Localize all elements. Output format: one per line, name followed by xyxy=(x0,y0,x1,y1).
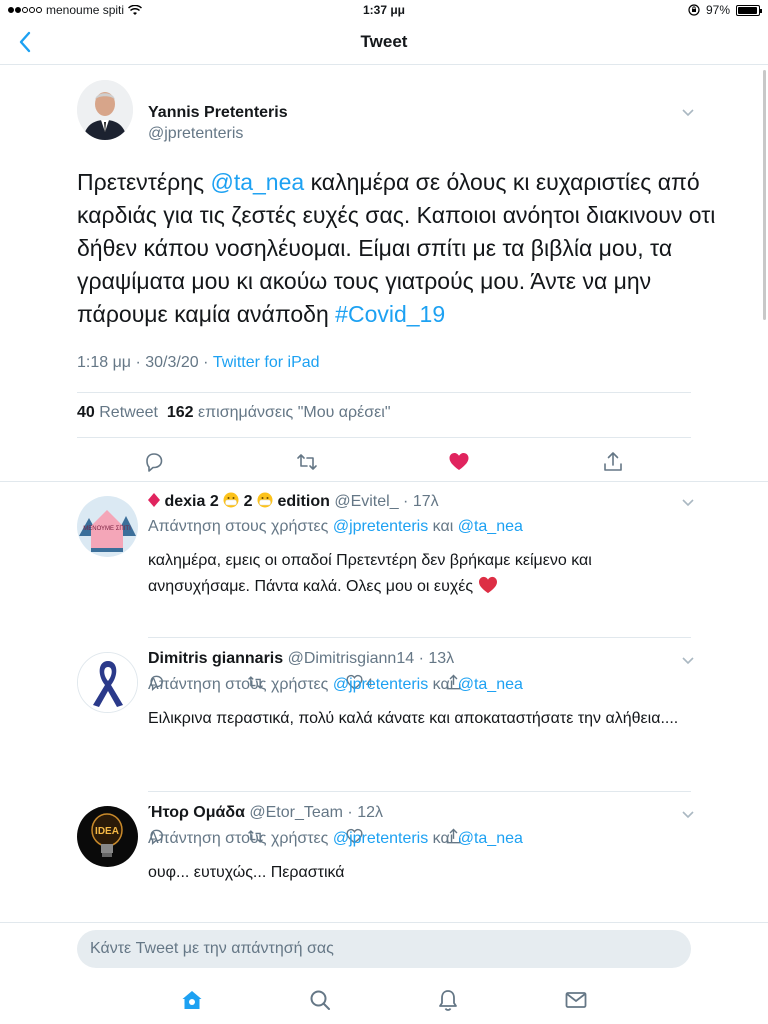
tweet-stats: 40 Retweet 162 επισημάνσεις "Μου αρέσει" xyxy=(77,404,391,422)
chevron-down-icon[interactable] xyxy=(681,108,695,118)
author-name[interactable]: Yannis Pretenteris xyxy=(148,104,288,122)
reply-input[interactable] xyxy=(77,930,691,968)
mention-link[interactable]: @ta_nea xyxy=(458,676,523,693)
bell-icon[interactable] xyxy=(436,988,460,1012)
reply-icon[interactable] xyxy=(143,451,165,473)
reply-time: · 17λ xyxy=(398,493,439,510)
mention-link[interactable]: @ta_nea xyxy=(458,830,523,847)
divider xyxy=(77,437,691,438)
tweet-text: Πρετεντέρης @ta_nea καλημέρα σε όλους κι… xyxy=(77,166,717,331)
reply-author-name-part[interactable]: 2 xyxy=(244,493,253,510)
retweet-icon[interactable] xyxy=(296,451,318,473)
red-diamond-icon xyxy=(148,493,160,507)
chevron-down-icon[interactable] xyxy=(681,656,695,666)
page-title: Tweet xyxy=(360,32,408,51)
reply-to: Απάντηση στους χρήστες @jpretenteris και… xyxy=(148,830,523,848)
reply-to: Απάντηση στους χρήστες @jpretenteris και… xyxy=(148,518,523,536)
avatar[interactable] xyxy=(77,652,138,713)
battery-icon xyxy=(736,4,762,16)
reply-tweet[interactable]: Dimitris giannaris @Dimitrisgiann14 · 13… xyxy=(0,650,768,845)
reply-to-and: και xyxy=(428,518,458,535)
hashtag-link[interactable]: #Covid_19 xyxy=(335,301,445,327)
reply-composer xyxy=(0,922,768,974)
reply-time: · 12λ xyxy=(342,804,383,821)
divider xyxy=(148,791,691,792)
signal-icon xyxy=(8,7,42,13)
battery-percent: 97% xyxy=(705,3,730,17)
status-bar: menoume spiti 1:37 μμ 97% xyxy=(0,0,768,20)
reply-to-prefix: Απάντηση στους χρήστες xyxy=(148,518,333,535)
reply-to-and: και xyxy=(428,830,458,847)
search-icon[interactable] xyxy=(308,988,332,1012)
reply-to: Απάντηση στους χρήστες @jpretenteris και… xyxy=(148,676,523,694)
reply-tweet[interactable]: IDEA Ήτορ Ομάδα @Etor_Team · 12λ Απάντησ… xyxy=(0,804,768,921)
reply-author-name[interactable]: dexia 2 xyxy=(164,493,218,510)
heart-filled-icon[interactable] xyxy=(448,451,470,473)
tweet-text-part: Πρετεντέρης xyxy=(77,169,211,195)
chevron-down-icon[interactable] xyxy=(681,810,695,820)
reply-text: καλημέρα, εμεις οι οπαδοί Πρετεντέρη δεν… xyxy=(148,548,688,600)
status-left: menoume spiti xyxy=(8,3,143,17)
mention-link[interactable]: @jpretenteris xyxy=(333,676,428,693)
home-icon[interactable] xyxy=(180,988,204,1012)
reply-handle[interactable]: @Dimitrisgiann14 xyxy=(288,650,415,667)
like-count[interactable]: 162 xyxy=(167,404,194,421)
reply-to-and: και xyxy=(428,676,458,693)
avatar-text: IDEA xyxy=(95,826,119,837)
red-heart-emoji-icon xyxy=(478,576,497,594)
mention-link[interactable]: @ta_nea xyxy=(458,518,523,535)
share-icon[interactable] xyxy=(602,451,624,473)
reply-header: Ήτορ Ομάδα @Etor_Team · 12λ xyxy=(148,804,383,822)
reply-header: dexia 2 2 edition @Evitel_ · 17λ xyxy=(148,492,439,511)
reply-text: ουφ... ευτυχώς... Περαστικά xyxy=(148,864,345,881)
mask-emoji-icon xyxy=(223,492,239,508)
reply-text-content: καλημέρα, εμεις οι οπαδοί Πρετεντέρη δεν… xyxy=(148,552,592,595)
reply-time: · 13λ xyxy=(414,650,455,667)
tab-bar xyxy=(0,974,768,1024)
reply-handle[interactable]: @Evitel_ xyxy=(334,493,398,510)
mention-link[interactable]: @jpretenteris xyxy=(333,518,428,535)
retweet-count[interactable]: 40 xyxy=(77,404,95,421)
mention-link[interactable]: @jpretenteris xyxy=(333,830,428,847)
reply-tweet[interactable]: ΜΕΝΟΥΜΕ ΣΠΙΤΙ dexia 2 2 edition @Evitel_… xyxy=(0,492,768,691)
mask-emoji-icon xyxy=(257,492,273,508)
status-right: 97% xyxy=(688,3,762,17)
like-label[interactable]: επισημάνσεις "Μου αρέσει" xyxy=(198,404,391,421)
avatar[interactable]: ΜΕΝΟΥΜΕ ΣΠΙΤΙ xyxy=(77,496,138,557)
reply-author-name[interactable]: Ήτορ Ομάδα xyxy=(148,804,245,821)
carrier-name: menoume spiti xyxy=(46,3,125,17)
tweet-meta: 1:18 μμ · 30/3/20 · Twitter for iPad xyxy=(77,354,320,372)
mention-link[interactable]: @ta_nea xyxy=(210,169,304,195)
back-chevron-icon[interactable] xyxy=(14,30,38,54)
tweet-actions xyxy=(77,446,691,482)
tweet-source-link[interactable]: Twitter for iPad xyxy=(213,354,320,371)
tweet-header: Yannis Pretenteris @jpretenteris xyxy=(77,80,697,144)
divider xyxy=(77,392,691,393)
divider xyxy=(0,481,768,482)
rotation-lock-icon xyxy=(688,4,700,16)
divider xyxy=(148,637,691,638)
reply-author-name[interactable]: Dimitris giannaris xyxy=(148,650,283,667)
chevron-down-icon[interactable] xyxy=(681,498,695,508)
avatar[interactable] xyxy=(77,80,133,140)
tweet-timestamp: 1:18 μμ · 30/3/20 · xyxy=(77,354,213,371)
reply-to-prefix: Απάντηση στους χρήστες xyxy=(148,830,333,847)
reply-to-prefix: Απάντηση στους χρήστες xyxy=(148,676,333,693)
reply-author-name-part[interactable]: edition xyxy=(277,493,329,510)
reply-text: Ειλικρινα περαστικά, πολύ καλά κάνατε κα… xyxy=(148,710,679,727)
scrollbar[interactable] xyxy=(763,70,766,320)
nav-bar: Tweet xyxy=(0,20,768,65)
mail-icon[interactable] xyxy=(564,988,588,1012)
tweet-detail[interactable]: Yannis Pretenteris @jpretenteris Πρετεντ… xyxy=(0,66,768,921)
retweet-label[interactable]: Retweet xyxy=(99,404,158,421)
avatar[interactable]: IDEA xyxy=(77,806,138,867)
reply-header: Dimitris giannaris @Dimitrisgiann14 · 13… xyxy=(148,650,454,668)
wifi-icon xyxy=(128,4,143,15)
author-handle[interactable]: @jpretenteris xyxy=(148,125,243,143)
reply-handle[interactable]: @Etor_Team xyxy=(249,804,343,821)
avatar-text: ΜΕΝΟΥΜΕ ΣΠΙΤΙ xyxy=(83,526,131,532)
